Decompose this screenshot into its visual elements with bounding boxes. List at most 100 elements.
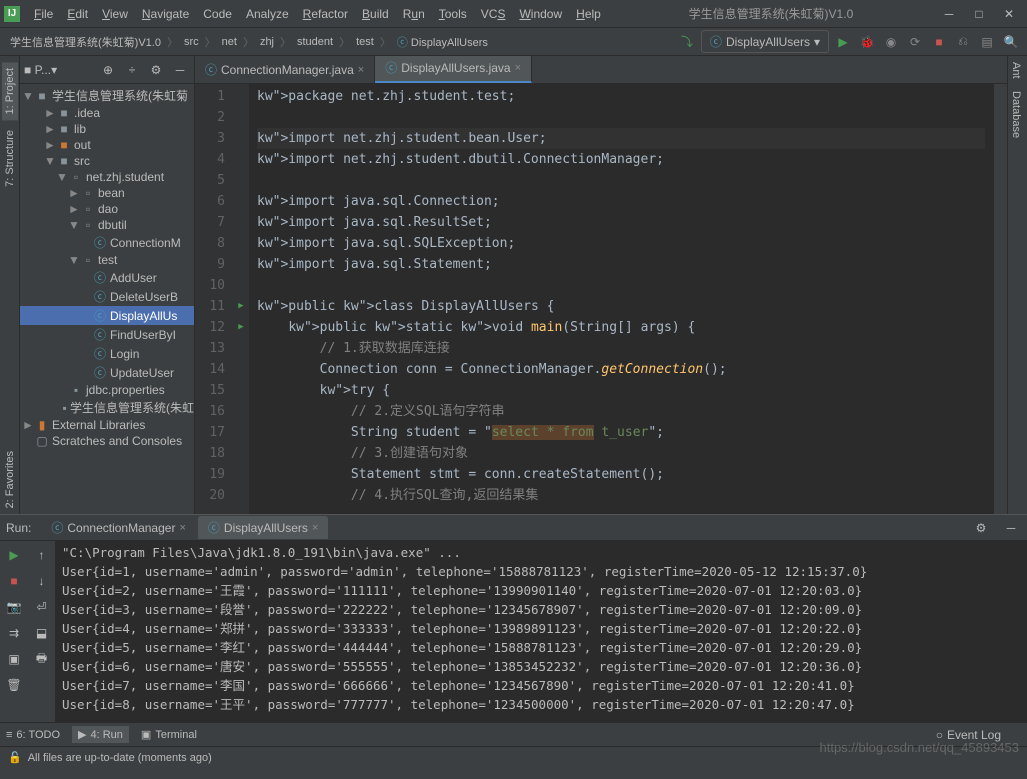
window-controls: ─ □ ✕ bbox=[935, 4, 1023, 24]
editor-tab[interactable]: ⓒ ConnectionManager.java × bbox=[195, 56, 375, 83]
bottom-tab-todo[interactable]: ≡ 6: TODO bbox=[6, 729, 60, 741]
close-button[interactable]: ✕ bbox=[995, 4, 1023, 24]
class-icon: ⓒ bbox=[205, 61, 217, 78]
menu-help[interactable]: Help bbox=[570, 5, 607, 23]
tree-item[interactable]: ⓒDisplayAllUs bbox=[20, 306, 194, 325]
breadcrumb-item[interactable]: net bbox=[218, 35, 241, 49]
sidebar-tab-ant[interactable]: Ant bbox=[1008, 56, 1024, 85]
run-tab[interactable]: ⓒConnectionManager× bbox=[41, 516, 196, 539]
menu-code[interactable]: Code bbox=[197, 5, 238, 23]
close-icon[interactable]: × bbox=[358, 64, 364, 76]
tree-item[interactable]: ⓒUpdateUser bbox=[20, 363, 194, 382]
gear-icon[interactable]: ⚙ bbox=[146, 60, 166, 80]
breadcrumb-item[interactable]: test bbox=[352, 35, 378, 49]
menu-edit[interactable]: Edit bbox=[61, 5, 94, 23]
close-icon[interactable]: × bbox=[515, 62, 521, 74]
gear-icon[interactable]: ⚙ bbox=[971, 518, 991, 538]
tree-scratches[interactable]: ▢Scratches and Consoles bbox=[20, 433, 194, 449]
menu-analyze[interactable]: Analyze bbox=[240, 5, 295, 23]
editor-area: ⓒ ConnectionManager.java × ⓒ DisplayAllU… bbox=[195, 56, 1007, 514]
print-icon[interactable]: 🖶 bbox=[32, 649, 52, 669]
hide-icon[interactable]: ─ bbox=[1001, 518, 1021, 538]
debug-button[interactable]: 🐞 bbox=[857, 32, 877, 52]
bottom-tab-event-log[interactable]: ○ Event Log bbox=[936, 728, 1021, 742]
tree-item[interactable]: ⓒLogin bbox=[20, 344, 194, 363]
tree-item[interactable]: ►▫dao bbox=[20, 201, 194, 217]
search-button[interactable]: 🔍 bbox=[1001, 32, 1021, 52]
run-tab[interactable]: ⓒDisplayAllUsers× bbox=[198, 516, 328, 539]
profile-button[interactable]: ⟳ bbox=[905, 32, 925, 52]
tree-item[interactable]: ►■lib bbox=[20, 121, 194, 137]
tree-item[interactable]: ▼▫test bbox=[20, 252, 194, 268]
breadcrumb-item[interactable]: src bbox=[180, 35, 203, 49]
locate-icon[interactable]: ⊕ bbox=[98, 60, 118, 80]
breadcrumb-item[interactable]: ⓒ DisplayAllUsers bbox=[393, 33, 492, 51]
coverage-button[interactable]: ◉ bbox=[881, 32, 901, 52]
sidebar-tab-favorites[interactable]: 2: Favorites bbox=[2, 445, 18, 514]
tree-item[interactable]: ⓒAddUser bbox=[20, 268, 194, 287]
close-icon[interactable]: × bbox=[179, 522, 185, 534]
maximize-button[interactable]: □ bbox=[965, 4, 993, 24]
tree-item[interactable]: ▼▫net.zhj.student bbox=[20, 169, 194, 185]
up-icon[interactable]: ↑ bbox=[32, 545, 52, 565]
structure-button[interactable]: ▤ bbox=[977, 32, 997, 52]
rerun-button[interactable]: ▶ bbox=[4, 545, 24, 565]
tree-item[interactable]: ⓒConnectionM bbox=[20, 233, 194, 252]
scroll-icon[interactable]: ⬓ bbox=[32, 623, 52, 643]
build-icon[interactable]: ⤵ bbox=[677, 32, 697, 52]
code-area[interactable]: 1234567891011121314151617181920 ▶▶ kw">p… bbox=[195, 84, 1007, 514]
menu-navigate[interactable]: Navigate bbox=[136, 5, 195, 23]
trash-icon[interactable]: 🗑 bbox=[4, 675, 24, 695]
titlebar: IJ File Edit View Navigate Code Analyze … bbox=[0, 0, 1027, 28]
tree-item[interactable]: ►■.idea bbox=[20, 105, 194, 121]
exit-icon[interactable]: ▣ bbox=[4, 649, 24, 669]
tree-root[interactable]: ▼■学生信息管理系统(朱虹菊 bbox=[20, 86, 194, 105]
hide-icon[interactable]: ─ bbox=[170, 60, 190, 80]
menu-window[interactable]: Window bbox=[513, 5, 568, 23]
bottom-tab-terminal[interactable]: ▣ Terminal bbox=[141, 728, 197, 741]
sidebar-tab-project[interactable]: 1: Project bbox=[2, 62, 18, 120]
expand-icon[interactable]: ÷ bbox=[122, 60, 142, 80]
console-output[interactable]: "C:\Program Files\Java\jdk1.8.0_191\bin\… bbox=[56, 541, 1027, 722]
tree-item[interactable]: ►■out bbox=[20, 137, 194, 153]
menu-run[interactable]: Run bbox=[397, 5, 431, 23]
tree-item[interactable]: ⓒDeleteUserB bbox=[20, 287, 194, 306]
breadcrumb-item[interactable]: student bbox=[293, 35, 337, 49]
bottom-tab-run[interactable]: ▶ 4: Run bbox=[72, 726, 129, 743]
code-content[interactable]: kw">package net.zhj.student.test;kw">imp… bbox=[249, 84, 993, 514]
stop-button[interactable]: ■ bbox=[4, 571, 24, 591]
menu-view[interactable]: View bbox=[96, 5, 134, 23]
stop-button[interactable]: ■ bbox=[929, 32, 949, 52]
menu-vcs[interactable]: VCS bbox=[475, 5, 512, 23]
menu-tools[interactable]: Tools bbox=[433, 5, 473, 23]
tree-external-libraries[interactable]: ►▮External Libraries bbox=[20, 417, 194, 433]
project-view-dropdown[interactable]: ■ P...▾ bbox=[24, 63, 57, 77]
menu-file[interactable]: File bbox=[28, 5, 59, 23]
wrap-icon[interactable]: ⏎ bbox=[32, 597, 52, 617]
tree-item[interactable]: ▼▫dbutil bbox=[20, 217, 194, 233]
bottom-tool-bar: ≡ 6: TODO ▶ 4: Run ▣ Terminal ○ Event Lo… bbox=[0, 722, 1027, 746]
tree-item[interactable]: ⓒFindUserByI bbox=[20, 325, 194, 344]
breadcrumb-item[interactable]: 学生信息管理系统(朱虹菊)V1.0 bbox=[6, 33, 165, 51]
down-icon[interactable]: ↓ bbox=[32, 571, 52, 591]
vcs-button[interactable]: ⎌ bbox=[953, 32, 973, 52]
tree-item[interactable]: ▪学生信息管理系统(朱虹 bbox=[20, 398, 194, 417]
sidebar-tab-database[interactable]: Database bbox=[1008, 85, 1024, 144]
close-icon[interactable]: × bbox=[312, 522, 318, 534]
tree-item[interactable]: ▼■src bbox=[20, 153, 194, 169]
run-configuration-dropdown[interactable]: ⓒ DisplayAllUsers ▾ bbox=[701, 30, 829, 53]
minimize-button[interactable]: ─ bbox=[935, 4, 963, 24]
breadcrumb-item[interactable]: zhj bbox=[256, 35, 278, 49]
tree-item[interactable]: ►▫bean bbox=[20, 185, 194, 201]
app-icon: IJ bbox=[4, 6, 20, 22]
layout-icon[interactable]: ⇉ bbox=[4, 623, 24, 643]
sidebar-tab-structure[interactable]: 7: Structure bbox=[2, 124, 18, 193]
tree-item[interactable]: ▪jdbc.properties bbox=[20, 382, 194, 398]
main-area: 1: Project 7: Structure 2: Favorites ■ P… bbox=[0, 56, 1027, 514]
menu-refactor[interactable]: Refactor bbox=[297, 5, 354, 23]
project-tree[interactable]: ▼■学生信息管理系统(朱虹菊 ►■.idea►■lib►■out▼■src▼▫n… bbox=[20, 84, 194, 514]
editor-tab[interactable]: ⓒ DisplayAllUsers.java × bbox=[375, 56, 532, 83]
menu-build[interactable]: Build bbox=[356, 5, 395, 23]
run-button[interactable]: ▶ bbox=[833, 32, 853, 52]
camera-icon[interactable]: 📷 bbox=[4, 597, 24, 617]
